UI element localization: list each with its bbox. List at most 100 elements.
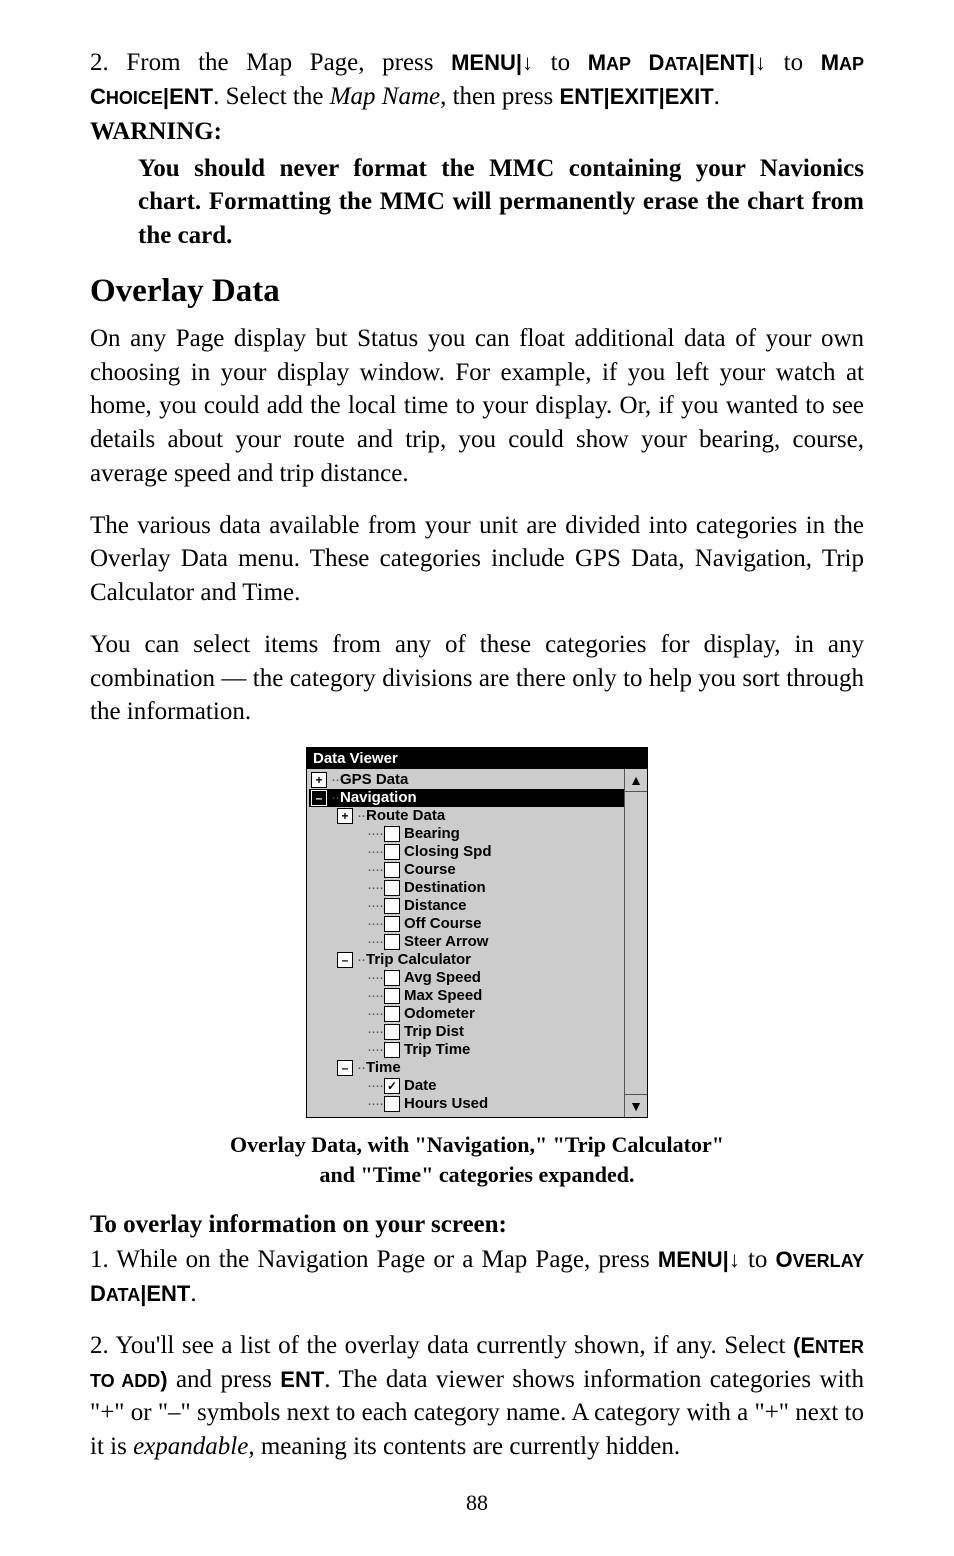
instruction-step-2: 2. From the Map Page, press MENU|↓ to MA… xyxy=(90,46,864,114)
howto-step-2: 2. You'll see a list of the overlay data… xyxy=(90,1329,864,1464)
tree-label: Date xyxy=(404,1077,437,1095)
key-ent: ENT xyxy=(146,1281,190,1306)
caption-line-2: and "Time" categories expanded. xyxy=(320,1162,635,1187)
tree-label: Destination xyxy=(404,879,486,897)
tree-label: Trip Dist xyxy=(404,1023,464,1041)
key-enter-to-add-open: (E xyxy=(793,1333,815,1358)
scroll-track[interactable] xyxy=(625,792,647,1094)
checkbox-icon xyxy=(384,1006,400,1022)
checkbox-icon xyxy=(384,880,400,896)
key-map-data-M: M xyxy=(588,50,606,75)
overlay-paragraph-2: The various data available from your uni… xyxy=(90,509,864,610)
checkbox-icon xyxy=(384,916,400,932)
tree-node-route-data[interactable]: +··Route Data xyxy=(309,807,624,825)
text: to xyxy=(784,49,821,76)
key-exit: EXIT xyxy=(665,84,714,109)
text: . Select the xyxy=(213,83,330,110)
tree-node-bearing[interactable]: ····Bearing xyxy=(309,825,624,843)
tree-node-closing-spd[interactable]: ····Closing Spd xyxy=(309,843,624,861)
key-ent: ENT xyxy=(280,1367,324,1392)
expandable-italic: expandable xyxy=(133,1433,248,1460)
tree-label: Trip Calculator xyxy=(366,951,471,969)
scrollbar[interactable]: ▲ ▼ xyxy=(624,769,647,1117)
text: 1. While on the Navigation Page or a Map… xyxy=(90,1246,658,1273)
tree-node-off-course[interactable]: ····Off Course xyxy=(309,915,624,933)
data-viewer-title: Data Viewer xyxy=(307,748,647,769)
tree-label: Avg Speed xyxy=(404,969,481,987)
key-close-paren: ) xyxy=(160,1367,167,1392)
text: . xyxy=(714,83,720,110)
tree-label: Time xyxy=(366,1059,401,1077)
data-viewer-panel: Data Viewer +··GPS Data –··Navigation +·… xyxy=(306,747,648,1118)
tree-label: Trip Time xyxy=(404,1041,470,1059)
tree-node-navigation[interactable]: –··Navigation xyxy=(309,789,625,807)
tree-node-trip-dist[interactable]: ····Trip Dist xyxy=(309,1023,624,1041)
collapse-icon: – xyxy=(337,1060,353,1076)
key-choice-C: C xyxy=(90,84,106,109)
checkbox-icon xyxy=(384,988,400,1004)
key-map-data-ata: ATA xyxy=(664,54,698,74)
tree-node-time[interactable]: –··Time xyxy=(309,1059,624,1077)
key-overlay-O: O xyxy=(776,1247,793,1272)
figure-caption: Overlay Data, with "Navigation," "Trip C… xyxy=(90,1130,864,1189)
warning-heading: WARNING: xyxy=(90,118,864,146)
section-heading-overlay-data: Overlay Data xyxy=(90,273,864,310)
scroll-down-icon[interactable]: ▼ xyxy=(625,1094,647,1117)
key-add: ADD xyxy=(115,1371,161,1391)
tree-node-avg-speed[interactable]: ····Avg Speed xyxy=(309,969,624,987)
page-number: 88 xyxy=(90,1490,864,1516)
tree-node-hours-used[interactable]: ····Hours Used xyxy=(309,1095,624,1113)
scroll-up-icon[interactable]: ▲ xyxy=(625,769,647,792)
checkbox-icon xyxy=(384,1024,400,1040)
text: to xyxy=(740,1246,776,1273)
text: 2. You'll see a list of the overlay data… xyxy=(90,1332,793,1359)
tree-node-date[interactable]: ····Date xyxy=(309,1077,624,1095)
key-map-ap: AP xyxy=(839,54,864,74)
howto-step-1: 1. While on the Navigation Page or a Map… xyxy=(90,1243,864,1311)
tree-node-odometer[interactable]: ····Odometer xyxy=(309,1005,624,1023)
checkbox-icon xyxy=(384,844,400,860)
caption-line-1: Overlay Data, with "Navigation," "Trip C… xyxy=(230,1132,724,1157)
tree-label: Odometer xyxy=(404,1005,475,1023)
tree-node-gps-data[interactable]: +··GPS Data xyxy=(309,771,624,789)
tree-node-destination[interactable]: ····Destination xyxy=(309,879,624,897)
tree-node-max-speed[interactable]: ····Max Speed xyxy=(309,987,624,1005)
down-arrow-icon: ↓ xyxy=(522,50,533,75)
tree-node-distance[interactable]: ····Distance xyxy=(309,897,624,915)
warning-body: You should never format the MMC containi… xyxy=(90,152,864,253)
tree-label: Off Course xyxy=(404,915,482,933)
collapse-icon: – xyxy=(337,952,353,968)
expand-icon: + xyxy=(311,772,327,788)
tree-label: GPS Data xyxy=(340,771,408,789)
key-to: TO xyxy=(90,1371,115,1391)
down-arrow-icon: ↓ xyxy=(729,1247,740,1272)
key-overlay-ata: ATA xyxy=(106,1285,140,1305)
checkbox-icon xyxy=(384,898,400,914)
collapse-icon: – xyxy=(311,790,327,806)
checkbox-icon xyxy=(384,826,400,842)
key-choice-hoice: HOICE xyxy=(106,88,163,108)
tree-label: Bearing xyxy=(404,825,460,843)
tree-label: Route Data xyxy=(366,807,445,825)
tree-node-trip-time[interactable]: ····Trip Time xyxy=(309,1041,624,1059)
text: and press xyxy=(168,1366,281,1393)
tree-node-steer-arrow[interactable]: ····Steer Arrow xyxy=(309,933,624,951)
overlay-paragraph-1: On any Page display but Status you can f… xyxy=(90,322,864,491)
key-ent: ENT xyxy=(560,84,604,109)
tree-label: Hours Used xyxy=(404,1095,488,1113)
overlay-paragraph-3: You can select items from any of these c… xyxy=(90,628,864,729)
key-overlay-D: D xyxy=(90,1281,106,1306)
key-map-data-D: D xyxy=(631,50,664,75)
key-map-data-ap: AP xyxy=(606,54,631,74)
tree-label: Navigation xyxy=(340,789,417,807)
tree-label: Distance xyxy=(404,897,467,915)
tree-node-course[interactable]: ····Course xyxy=(309,861,624,879)
tree-node-trip-calculator[interactable]: –··Trip Calculator xyxy=(309,951,624,969)
down-arrow-icon: ↓ xyxy=(755,50,766,75)
checkbox-checked-icon xyxy=(384,1078,400,1094)
data-viewer-tree: +··GPS Data –··Navigation +··Route Data … xyxy=(307,769,624,1117)
tree-label: Closing Spd xyxy=(404,843,492,861)
key-ent: ENT xyxy=(169,84,213,109)
expand-icon: + xyxy=(337,808,353,824)
checkbox-icon xyxy=(384,1042,400,1058)
